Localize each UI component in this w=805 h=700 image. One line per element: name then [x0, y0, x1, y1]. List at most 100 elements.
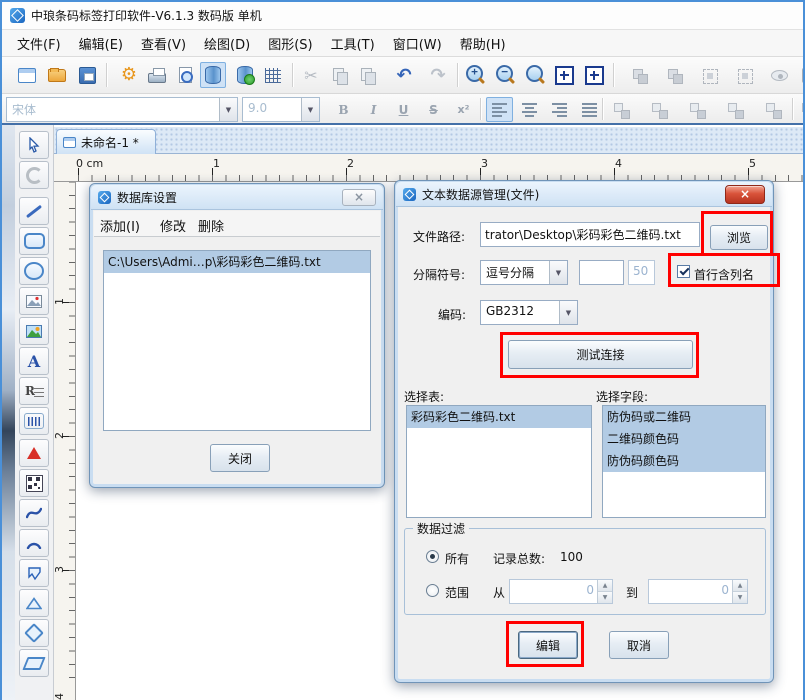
cut-icon[interactable]	[298, 62, 324, 88]
gear-icon[interactable]	[116, 62, 142, 88]
print-icon[interactable]	[144, 62, 170, 88]
database-icon[interactable]	[200, 62, 226, 88]
curve-tool-icon[interactable]	[19, 499, 49, 527]
database-settings-titlebar[interactable]: 数据库设置 ×	[91, 185, 383, 210]
dropdown-arrow-icon[interactable]	[559, 301, 577, 324]
close-icon[interactable]: ×	[725, 185, 765, 204]
underline-icon[interactable]	[390, 97, 417, 122]
file-path-input[interactable]: trator\Desktop\彩码彩色二维码.txt	[480, 222, 700, 247]
list-item[interactable]: 防伪码或二维码	[603, 406, 765, 428]
list-item[interactable]: 彩码彩色二维码.txt	[407, 406, 591, 428]
superscript-icon[interactable]	[450, 97, 477, 122]
dropdown-arrow-icon[interactable]	[301, 98, 319, 121]
visibility-icon[interactable]	[766, 62, 792, 88]
strikethrough-icon[interactable]	[420, 97, 447, 122]
image-tool-icon[interactable]	[19, 317, 49, 345]
spinner-down-icon[interactable]: ▼	[733, 592, 747, 603]
fit-selection-icon[interactable]	[581, 62, 607, 88]
align-center-icon[interactable]	[516, 97, 543, 122]
field-list[interactable]: 防伪码或二维码 二维码颜色码 防伪码颜色码	[602, 405, 766, 518]
align-objects-top-icon[interactable]	[684, 97, 711, 122]
range-from-spinner[interactable]: 0 ▲▼	[509, 579, 613, 604]
select-tool-cursor-icon[interactable]	[19, 131, 49, 159]
line-tool-icon[interactable]	[19, 197, 49, 225]
zoom-icon[interactable]	[523, 62, 549, 88]
menu-tools[interactable]: 工具(T)	[322, 31, 384, 56]
fit-page-icon[interactable]	[551, 62, 577, 88]
distribute-horizontal-icon[interactable]	[760, 97, 787, 122]
copy-icon[interactable]	[326, 62, 352, 88]
open-file-icon[interactable]	[44, 62, 70, 88]
bold-icon[interactable]	[330, 97, 357, 122]
font-size-combo[interactable]: 9.0	[242, 97, 320, 122]
separator-combo[interactable]: 逗号分隔	[480, 260, 568, 285]
polygon-tool-icon[interactable]	[19, 559, 49, 587]
spinner-up-icon[interactable]: ▲	[598, 580, 612, 592]
lock-icon[interactable]	[796, 62, 805, 88]
list-item[interactable]: 防伪码颜色码	[603, 450, 765, 472]
list-item[interactable]: 二维码颜色码	[603, 428, 765, 450]
spinner-buttons[interactable]: ▲▼	[597, 580, 612, 603]
ungroup-icon[interactable]	[661, 62, 687, 88]
align-right-icon[interactable]	[546, 97, 573, 122]
browse-button[interactable]: 浏览	[710, 225, 768, 250]
italic-icon[interactable]	[360, 97, 387, 122]
menu-edit[interactable]: 编辑(E)	[70, 31, 132, 56]
menu-delete[interactable]: 删除	[198, 216, 224, 235]
align-left-icon[interactable]	[486, 97, 513, 122]
align-objects-bottom-icon[interactable]	[722, 97, 749, 122]
parallelogram-tool-icon[interactable]	[19, 649, 49, 677]
image-frame-tool-icon[interactable]	[19, 287, 49, 315]
menu-file[interactable]: 文件(F)	[8, 31, 70, 56]
encoding-combo[interactable]: GB2312	[480, 300, 578, 325]
database-connect-icon[interactable]	[232, 62, 258, 88]
close-button[interactable]: 关闭	[210, 444, 270, 472]
align-justify-icon[interactable]	[576, 97, 603, 122]
table-list[interactable]: 彩码彩色二维码.txt	[406, 405, 592, 518]
undo-icon[interactable]	[391, 62, 417, 88]
edit-button[interactable]: 编辑	[518, 631, 578, 659]
text-datasource-titlebar[interactable]: 文本数据源管理(文件) ×	[396, 182, 772, 207]
menu-shape[interactable]: 图形(S)	[259, 31, 321, 56]
separator-custom-input[interactable]	[579, 260, 624, 285]
list-item[interactable]: C:\Users\Admi…p\彩码彩色二维码.txt	[104, 251, 370, 273]
rotate-tool-icon[interactable]	[19, 161, 49, 189]
font-family-combo[interactable]: 宋体	[6, 97, 238, 122]
save-icon[interactable]	[74, 62, 100, 88]
frame-crop-icon[interactable]	[731, 62, 757, 88]
align-objects-right-icon[interactable]	[646, 97, 673, 122]
first-row-checkbox[interactable]	[677, 265, 690, 278]
zoom-in-icon[interactable]	[463, 62, 489, 88]
new-document-icon[interactable]	[14, 62, 40, 88]
datasource-list[interactable]: C:\Users\Admi…p\彩码彩色二维码.txt	[103, 250, 371, 431]
rich-text-tool-icon[interactable]	[19, 377, 49, 405]
range-radio[interactable]	[426, 584, 439, 597]
spinner-down-icon[interactable]: ▼	[598, 592, 612, 603]
dropdown-arrow-icon[interactable]	[219, 98, 237, 121]
spinner-up-icon[interactable]: ▲	[733, 580, 747, 592]
zoom-out-icon[interactable]	[493, 62, 519, 88]
frame-select-icon[interactable]	[696, 62, 722, 88]
range-to-spinner[interactable]: 0 ▲▼	[648, 579, 748, 604]
diamond-tool-icon[interactable]	[19, 619, 49, 647]
spinner-buttons[interactable]: ▲▼	[732, 580, 747, 603]
dropdown-arrow-icon[interactable]	[549, 261, 567, 284]
grid-icon[interactable]	[260, 62, 286, 88]
document-tab[interactable]: 未命名-1 *	[56, 129, 156, 154]
cancel-button[interactable]: 取消	[609, 631, 669, 659]
group-icon[interactable]	[626, 62, 652, 88]
menu-help[interactable]: 帮助(H)	[451, 31, 515, 56]
triangle-tool-icon[interactable]	[19, 589, 49, 617]
color-code-tool-icon[interactable]	[19, 439, 49, 467]
print-preview-icon[interactable]	[172, 62, 198, 88]
qrcode-tool-icon[interactable]	[19, 469, 49, 497]
menu-modify[interactable]: 修改	[160, 216, 186, 235]
menu-add[interactable]: 添加(I)	[100, 216, 140, 235]
paste-icon[interactable]	[354, 62, 380, 88]
menu-view[interactable]: 查看(V)	[132, 31, 195, 56]
menu-window[interactable]: 窗口(W)	[384, 31, 451, 56]
redo-icon[interactable]	[425, 62, 451, 88]
test-connection-button[interactable]: 测试连接	[508, 340, 693, 369]
menu-draw[interactable]: 绘图(D)	[195, 31, 259, 56]
same-size-icon[interactable]	[796, 97, 805, 122]
